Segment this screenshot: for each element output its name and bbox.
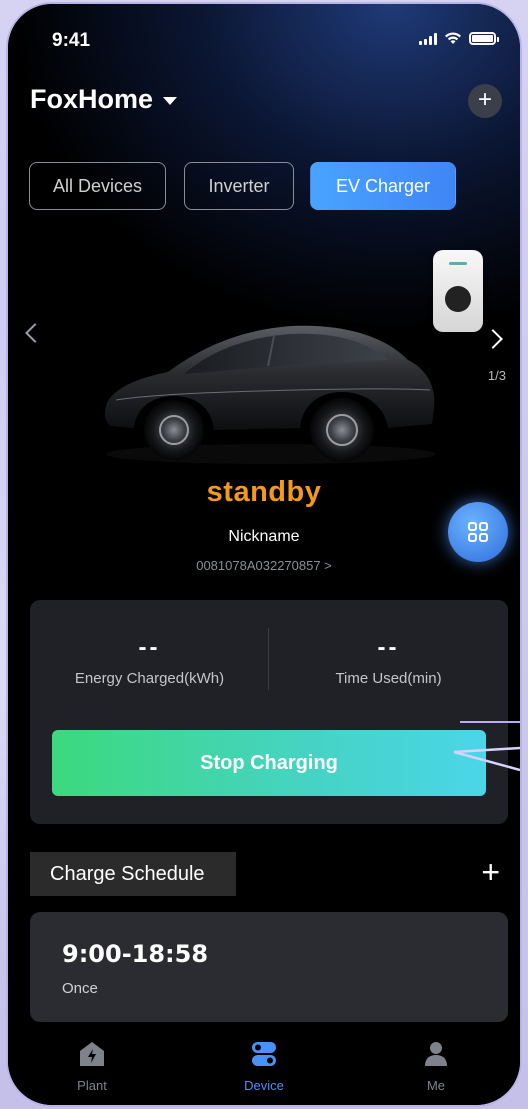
nav-label-plant: Plant [77,1078,107,1093]
caret-down-icon [163,96,178,105]
plant-icon [80,1042,104,1066]
nav-item-plant[interactable]: Plant [32,1038,152,1093]
time-used-label: Time Used(min) [335,670,442,687]
add-button[interactable]: + [468,84,502,118]
bottom-nav: Plant Device Me [8,1022,520,1105]
energy-charged-label: Energy Charged(kWh) [74,670,225,687]
schedule-time: 9:00-18:58 [62,940,209,968]
tab-ev-charger[interactable]: EV Charger [310,162,456,210]
chevron-left-icon[interactable] [25,323,45,343]
car-image [104,325,436,464]
device-icon [252,1042,276,1066]
grid-icon [468,522,488,542]
cellular-signal-icon [419,32,437,45]
wifi-icon [445,32,461,44]
tab-inverter[interactable]: Inverter [184,162,294,210]
charge-schedule-title: Charge Schedule [30,852,236,896]
add-schedule-button[interactable]: + [481,856,500,888]
nav-item-device[interactable]: Device [204,1038,324,1093]
user-icon [425,1042,447,1066]
status-time: 9:41 [52,30,91,51]
charger-status: standby [206,476,322,508]
energy-charged-value: -- [138,634,161,661]
charging-stats-card: -- Energy Charged(kWh) -- Time Used(min)… [30,600,508,824]
schedule-repeat: Once [62,980,98,997]
status-icons [419,32,499,45]
time-used-value: -- [377,634,400,661]
device-nickname[interactable]: Nickname [8,528,520,546]
schedule-item[interactable]: 9:00-18:58 Once [30,912,508,1022]
nav-label-device: Device [244,1078,284,1093]
home-selector[interactable]: FoxHome [30,84,178,115]
annotation-arrow [453,721,520,772]
grid-menu-button[interactable] [448,502,508,562]
phone-screen: 9:41 FoxHome + All Devices Inverter EV C… [8,4,520,1105]
nav-item-me[interactable]: Me [376,1038,496,1093]
battery-icon [469,32,499,45]
chevron-right-icon[interactable] [483,329,503,349]
tab-all-devices[interactable]: All Devices [29,162,166,210]
carousel-pager: 1/3 [487,368,506,383]
home-name: FoxHome [30,84,154,114]
stop-charging-button[interactable]: Stop Charging [52,730,486,796]
device-serial-link[interactable]: 0081078A032270857 > [8,558,520,573]
nav-label-me: Me [426,1078,446,1093]
